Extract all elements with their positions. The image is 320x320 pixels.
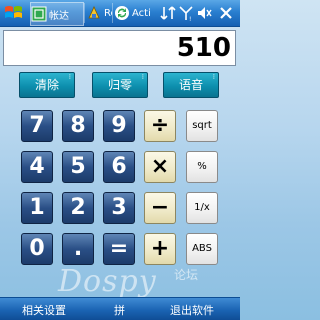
key-1[interactable]: 1 — [21, 192, 53, 224]
key-8[interactable]: 8 — [62, 110, 94, 142]
dospy-watermark: Dospy — [58, 264, 157, 299]
key-equals[interactable]: = — [103, 233, 135, 265]
key-5[interactable]: 5 — [62, 151, 94, 183]
key-6[interactable]: 6 — [103, 151, 135, 183]
key-decimal[interactable]: . — [62, 233, 94, 265]
task-tab-res[interactable]: Res — [86, 2, 112, 24]
softkey-bar: 相关设置 拼 退出软件 — [0, 297, 240, 320]
status-bar: 帐达 Res Acti ! — [0, 0, 240, 27]
resource-icon — [88, 6, 100, 19]
dospy-watermark-cn: 论坛 — [174, 268, 199, 282]
key-3[interactable]: 3 — [103, 192, 135, 224]
task-tab-label: Res — [104, 7, 112, 19]
clear-button-label: 清除 — [34, 78, 59, 92]
result-display: 510 — [3, 30, 236, 66]
settings-softkey[interactable]: 相关设置 — [22, 302, 66, 318]
signal-icon[interactable]: ! — [178, 4, 194, 22]
key-reciprocal[interactable]: 1/x — [186, 192, 218, 224]
key-minus[interactable]: − — [144, 192, 176, 224]
key-sqrt[interactable]: sqrt — [186, 110, 218, 142]
activesync-icon — [115, 6, 129, 20]
key-4[interactable]: 4 — [21, 151, 53, 183]
tab-divider — [112, 3, 113, 23]
task-tab-app[interactable]: 帐达 — [30, 2, 84, 26]
key-percent[interactable]: % — [186, 151, 218, 183]
close-icon[interactable] — [218, 4, 234, 22]
task-tab-activesync[interactable]: Acti — [114, 2, 152, 24]
reset-button[interactable]: 归零 ⁞ — [92, 72, 148, 98]
windows-flag-icon[interactable] — [2, 2, 26, 24]
reset-button-label: 归零 — [107, 78, 132, 92]
exit-softkey[interactable]: 退出软件 — [170, 302, 214, 318]
svg-text:!: ! — [189, 16, 191, 22]
connectivity-icon[interactable] — [160, 4, 176, 22]
volume-icon[interactable] — [196, 4, 212, 22]
task-tab-label: Acti — [132, 7, 151, 19]
tab-divider — [84, 3, 85, 23]
key-plus[interactable]: + — [144, 233, 176, 265]
clear-button[interactable]: 清除 ⁞ — [19, 72, 75, 98]
voice-button-label: 语音 — [178, 78, 203, 92]
corner-dots-icon: ⁞ — [141, 73, 144, 81]
key-9[interactable]: 9 — [103, 110, 135, 142]
key-abs[interactable]: ABS — [186, 233, 218, 265]
voice-button[interactable]: 语音 ⁞ — [163, 72, 219, 98]
key-0[interactable]: 0 — [21, 233, 53, 265]
key-divide[interactable]: ÷ — [144, 110, 176, 142]
corner-dots-icon: ⁞ — [212, 73, 215, 81]
key-2[interactable]: 2 — [62, 192, 94, 224]
key-multiply[interactable]: × — [144, 151, 176, 183]
task-tab-label: 帐达 — [49, 10, 69, 22]
input-method-button[interactable]: 拼 — [114, 302, 125, 318]
corner-dots-icon: ⁞ — [68, 73, 71, 81]
key-7[interactable]: 7 — [21, 110, 53, 142]
app-green-icon — [31, 6, 47, 22]
